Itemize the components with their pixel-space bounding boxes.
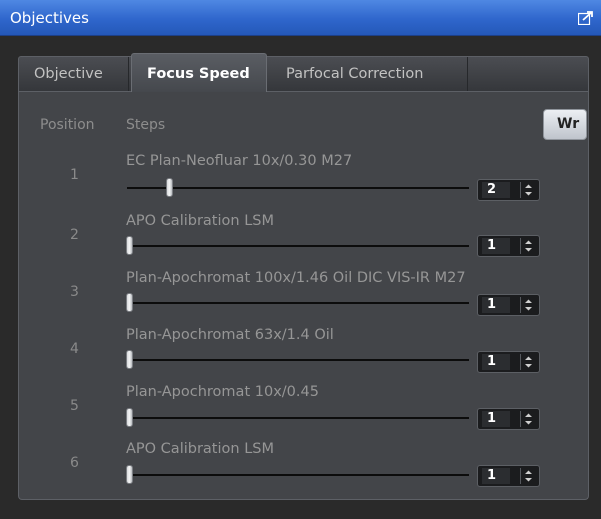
steps-spinbox[interactable]: 1 [477, 294, 540, 316]
spin-arrows-icon[interactable] [520, 182, 536, 198]
tab-focus-speed[interactable]: Focus Speed [131, 53, 267, 92]
slider-handle[interactable] [126, 408, 133, 427]
steps-spinbox[interactable]: 1 [477, 351, 540, 373]
steps-header: Steps [126, 117, 166, 133]
steps-spinbox[interactable]: 2 [477, 179, 540, 201]
write-button[interactable]: Wr [543, 109, 587, 140]
undock-icon[interactable] [577, 10, 594, 26]
tab-bar: Objective Focus Speed Parfocal Correctio… [18, 53, 589, 92]
focus-speed-slider[interactable] [127, 245, 469, 247]
position-number: 1 [70, 167, 79, 183]
position-number: 5 [70, 398, 79, 414]
slider-handle[interactable] [126, 465, 133, 484]
steps-value[interactable]: 1 [482, 411, 510, 427]
tab-parfocal-correction[interactable]: Parfocal Correction [268, 57, 468, 91]
focus-speed-slider[interactable] [127, 359, 469, 361]
objective-name: APO Calibration LSM [126, 441, 274, 457]
objective-name: Plan-Apochromat 10x/0.45 [126, 384, 319, 400]
position-number: 3 [70, 284, 79, 300]
steps-value[interactable]: 1 [482, 354, 510, 370]
steps-value[interactable]: 1 [482, 468, 510, 484]
position-number: 6 [70, 455, 79, 471]
steps-value[interactable]: 1 [482, 297, 510, 313]
slider-handle[interactable] [126, 293, 133, 312]
objective-name: Plan-Apochromat 100x/1.46 Oil DIC VIS-IR… [126, 270, 466, 286]
window-title: Objectives [10, 9, 89, 27]
steps-spinbox[interactable]: 1 [477, 235, 540, 257]
focus-speed-slider[interactable] [127, 474, 469, 476]
slider-handle[interactable] [126, 350, 133, 369]
slider-handle[interactable] [126, 236, 133, 255]
position-number: 4 [70, 341, 79, 357]
spin-arrows-icon[interactable] [520, 468, 536, 484]
spin-arrows-icon[interactable] [520, 354, 536, 370]
focus-speed-slider[interactable] [127, 187, 469, 189]
steps-spinbox[interactable]: 1 [477, 408, 540, 430]
spin-arrows-icon[interactable] [520, 411, 536, 427]
focus-speed-slider[interactable] [127, 302, 469, 304]
focus-speed-slider[interactable] [127, 417, 469, 419]
spin-arrows-icon[interactable] [520, 297, 536, 313]
title-bar: Objectives [0, 0, 601, 36]
steps-value[interactable]: 2 [482, 182, 510, 198]
focus-speed-panel: Position Steps Wr 1 EC Plan-Neofluar 10x… [18, 92, 589, 500]
spin-arrows-icon[interactable] [520, 238, 536, 254]
steps-spinbox[interactable]: 1 [477, 465, 540, 487]
position-number: 2 [70, 227, 79, 243]
objective-name: EC Plan-Neofluar 10x/0.30 M27 [126, 153, 353, 169]
steps-value[interactable]: 1 [482, 238, 510, 254]
objective-name: APO Calibration LSM [126, 213, 274, 229]
objective-name: Plan-Apochromat 63x/1.4 Oil [126, 327, 334, 343]
position-header: Position [40, 117, 95, 133]
tab-objective[interactable]: Objective [19, 57, 129, 91]
slider-handle[interactable] [166, 178, 173, 197]
